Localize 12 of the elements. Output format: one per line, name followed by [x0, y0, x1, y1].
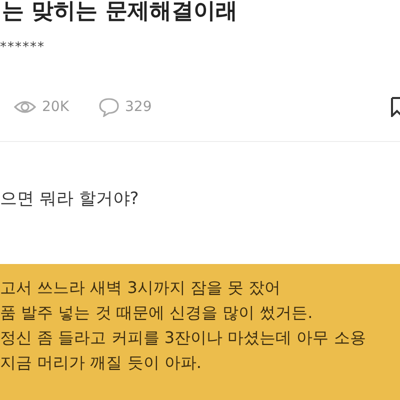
bookmark-icon[interactable] [390, 97, 400, 117]
question-text: 으면 뭐라 할거야? [0, 188, 140, 210]
post-title: 는 맞히는 문제해결이래 [1, 0, 238, 24]
comment-icon [99, 97, 119, 117]
note-line: 정신 좀 들라고 커피를 3잔이나 마셨는데 아무 소용 [0, 328, 367, 348]
view-count: 20K [42, 99, 69, 115]
comment-count: 329 [125, 99, 152, 115]
note-line: 품 발주 넣는 것 때문에 신경을 많이 썼거든. [0, 303, 314, 323]
note-line: 고서 쓰느라 새벽 3시까지 잠을 못 잤어 [0, 278, 282, 298]
author-name: ****** [0, 40, 46, 55]
eye-icon [14, 99, 36, 115]
note-line: 지금 머리가 깨질 듯이 아파. [0, 353, 202, 373]
